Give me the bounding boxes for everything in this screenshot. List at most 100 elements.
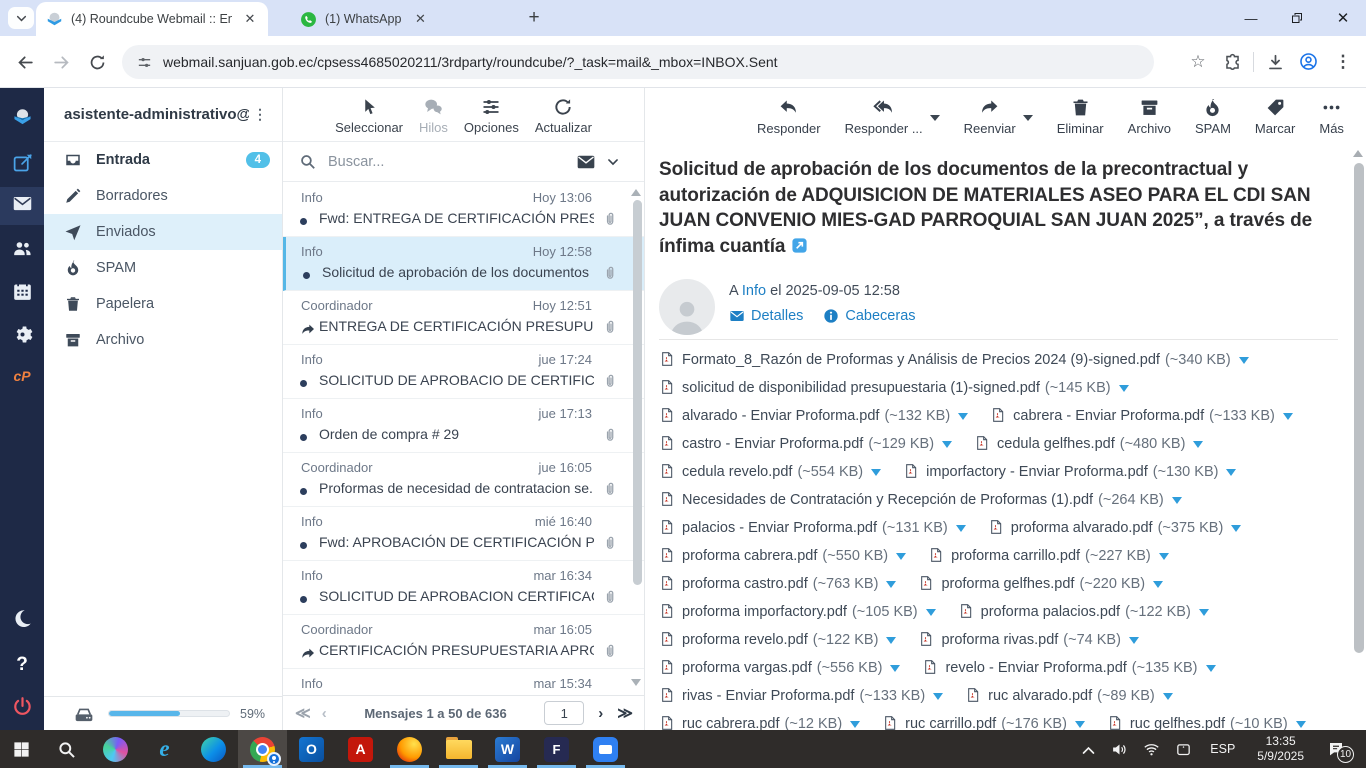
attachment-item[interactable]: cedula revelo.pdf(~554 KB): [659, 463, 881, 482]
profile-avatar[interactable]: [1292, 45, 1326, 79]
folder-options-icon[interactable]: ⋮: [249, 106, 272, 123]
tab-close-icon[interactable]: ✕: [411, 10, 429, 28]
attachment-menu-caret-icon[interactable]: [1206, 665, 1216, 672]
rail-settings-button[interactable]: [0, 322, 44, 352]
last-page-button[interactable]: ≫: [617, 704, 630, 722]
new-tab-button[interactable]: +: [522, 6, 546, 30]
dropdown-caret-icon[interactable]: [1023, 115, 1033, 121]
reload-button[interactable]: [80, 45, 114, 79]
forward-button[interactable]: [44, 45, 78, 79]
omnibox[interactable]: webmail.sanjuan.gob.ec/cpsess4685020211/…: [122, 45, 1154, 79]
taskbar-copilot-icon[interactable]: [91, 730, 140, 768]
minimize-button[interactable]: —: [1228, 0, 1274, 36]
rail-compose-button[interactable]: [0, 151, 44, 181]
taskbar-app-blue-icon[interactable]: [581, 730, 630, 768]
rail-cpanel-button[interactable]: cP: [0, 361, 44, 391]
taskbar-internet-explorer-icon[interactable]: e: [140, 730, 189, 768]
attachment-item[interactable]: proforma imporfactory.pdf(~105 KB): [659, 603, 936, 622]
attachment-item[interactable]: imporfactory - Enviar Proforma.pdf(~130 …: [903, 463, 1236, 482]
attachment-menu-caret-icon[interactable]: [1163, 693, 1173, 700]
detalles-link[interactable]: Detalles: [729, 308, 803, 324]
tab-roundcube[interactable]: (4) Roundcube Webmail :: Envia ✕: [36, 2, 268, 36]
message-row[interactable]: Infojue 17:13Orden de compra # 29: [283, 399, 644, 453]
taskbar-firefox-icon[interactable]: [385, 730, 434, 768]
reader-scroll-up-icon[interactable]: [1353, 150, 1363, 157]
browser-menu-icon[interactable]: ⋮: [1326, 45, 1360, 79]
tab-close-icon[interactable]: ✕: [242, 10, 258, 28]
rail-logout-button[interactable]: [0, 694, 44, 724]
reader-toolbar-eliminar-button[interactable]: Eliminar: [1057, 97, 1104, 136]
site-info-icon[interactable]: [136, 54, 153, 71]
attachment-menu-caret-icon[interactable]: [958, 413, 968, 420]
taskbar-file-explorer-icon[interactable]: [434, 730, 483, 768]
reader-toolbar-responder-button[interactable]: Responder: [757, 97, 821, 136]
taskbar-search-icon[interactable]: [42, 730, 91, 768]
language-indicator[interactable]: ESP: [1200, 742, 1245, 756]
attachment-item[interactable]: ruc gelfhes.pdf(~10 KB): [1107, 715, 1306, 731]
tab-search-button[interactable]: [8, 7, 34, 29]
taskbar-edge-icon[interactable]: [189, 730, 238, 768]
next-page-button[interactable]: ›: [598, 705, 603, 722]
reader-toolbar-reenviar-button[interactable]: Reenviar: [964, 97, 1033, 136]
rail-help-button[interactable]: ?: [0, 650, 44, 680]
attachment-item[interactable]: rivas - Enviar Proforma.pdf(~133 KB): [659, 687, 943, 706]
sidebar-item-enviados[interactable]: Enviados: [44, 214, 282, 250]
sidebar-item-spam[interactable]: SPAM: [44, 250, 282, 286]
restore-button[interactable]: [1274, 0, 1320, 36]
cabeceras-link[interactable]: Cabeceras: [823, 308, 915, 324]
reader-toolbar-más-button[interactable]: Más: [1319, 97, 1344, 136]
reader-toolbar-spam-button[interactable]: SPAM: [1195, 97, 1231, 136]
volume-icon[interactable]: [1104, 730, 1134, 768]
message-row[interactable]: InfoHoy 12:58Solicitud de aprobación de …: [283, 237, 644, 291]
notification-center-icon[interactable]: 10: [1316, 730, 1356, 768]
recipient-link[interactable]: Info: [742, 283, 766, 299]
attachment-item[interactable]: cabrera - Enviar Proforma.pdf(~133 KB): [990, 407, 1293, 426]
attachment-item[interactable]: revelo - Enviar Proforma.pdf(~135 KB): [922, 659, 1215, 678]
meet-now-icon[interactable]: [1168, 730, 1198, 768]
attachment-menu-caret-icon[interactable]: [896, 553, 906, 560]
attachment-menu-caret-icon[interactable]: [1172, 497, 1182, 504]
attachment-menu-caret-icon[interactable]: [1231, 525, 1241, 532]
rail-contacts-button[interactable]: [0, 236, 44, 266]
attachment-menu-caret-icon[interactable]: [1283, 413, 1293, 420]
taskbar-start-icon[interactable]: [0, 730, 42, 768]
list-scrollbar[interactable]: [633, 200, 642, 585]
downloads-icon[interactable]: [1258, 45, 1292, 79]
attachment-menu-caret-icon[interactable]: [871, 469, 881, 476]
rail-dark-mode-button[interactable]: [0, 606, 44, 636]
extensions-icon[interactable]: [1215, 45, 1249, 79]
attachment-menu-caret-icon[interactable]: [1129, 637, 1139, 644]
attachment-menu-caret-icon[interactable]: [1119, 385, 1129, 392]
attachment-item[interactable]: ruc alvarado.pdf(~89 KB): [965, 687, 1173, 706]
attachment-item[interactable]: proforma cabrera.pdf(~550 KB): [659, 547, 906, 566]
attachment-menu-caret-icon[interactable]: [942, 441, 952, 448]
attachment-item[interactable]: Necesidades de Contratación y Recepción …: [659, 491, 1182, 510]
attachment-menu-caret-icon[interactable]: [886, 637, 896, 644]
message-row[interactable]: InfoHoy 13:06Fwd: ENTREGA DE CERTIFICACI…: [283, 183, 644, 237]
reader-scrollbar[interactable]: [1354, 163, 1364, 653]
attachment-menu-caret-icon[interactable]: [926, 609, 936, 616]
rail-calendar-button[interactable]: [0, 279, 44, 309]
attachment-item[interactable]: proforma vargas.pdf(~556 KB): [659, 659, 900, 678]
attachment-item[interactable]: proforma palacios.pdf(~122 KB): [958, 603, 1209, 622]
list-scroll-down-icon[interactable]: [631, 679, 641, 686]
attachment-menu-caret-icon[interactable]: [1153, 581, 1163, 588]
message-row[interactable]: Coordinadormar 16:05CERTIFICACIÓN PRESUP…: [283, 615, 644, 669]
taskbar-word-icon[interactable]: W: [483, 730, 532, 768]
attachment-menu-caret-icon[interactable]: [1159, 553, 1169, 560]
first-page-button[interactable]: ≪: [295, 704, 308, 722]
attachment-menu-caret-icon[interactable]: [1199, 609, 1209, 616]
message-row[interactable]: Infomar 15:34: [283, 669, 644, 695]
attachment-menu-caret-icon[interactable]: [890, 665, 900, 672]
attachment-menu-caret-icon[interactable]: [1075, 721, 1085, 728]
dropdown-caret-icon[interactable]: [930, 115, 940, 121]
wifi-icon[interactable]: [1136, 730, 1166, 768]
attachment-item[interactable]: ruc cabrera.pdf(~12 KB): [659, 715, 860, 731]
reader-toolbar-marcar-button[interactable]: Marcar: [1255, 97, 1295, 136]
page-number-input[interactable]: 1: [544, 701, 584, 725]
list-toolbar-actualizar-button[interactable]: Actualizar: [535, 97, 592, 135]
attachment-item[interactable]: cedula gelfhes.pdf(~480 KB): [974, 435, 1203, 454]
attachment-item[interactable]: proforma gelfhes.pdf(~220 KB): [918, 575, 1163, 594]
back-button[interactable]: [8, 45, 42, 79]
taskbar-outlook-icon[interactable]: O: [287, 730, 336, 768]
